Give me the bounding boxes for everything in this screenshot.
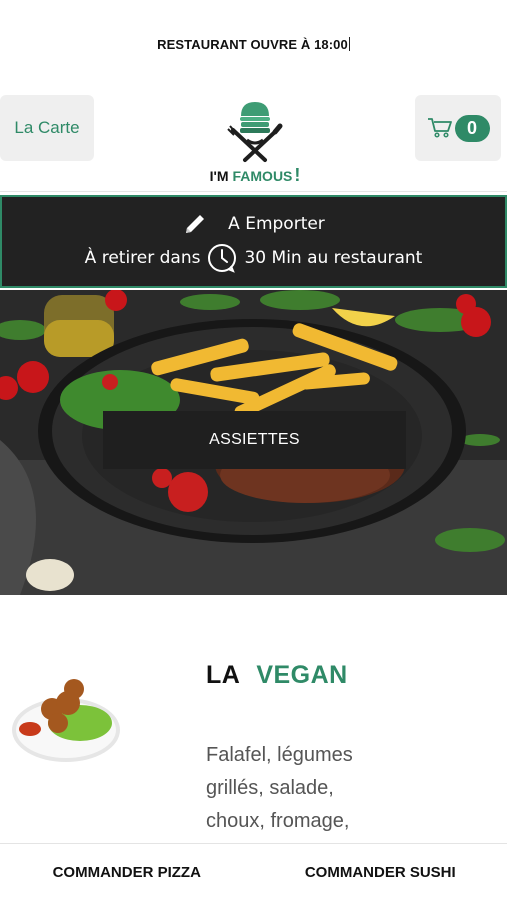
header: La Carte I'M FAMOUS! 0	[0, 88, 507, 192]
order-sushi-button[interactable]: COMMANDER SUSHI	[254, 864, 507, 881]
bottom-action-bar: COMMANDER PIZZA COMMANDER SUSHI	[0, 843, 507, 900]
product-title-name: VEGAN	[256, 661, 348, 689]
logo-text-famous: FAMOUS	[233, 168, 293, 184]
cart-button[interactable]: 0	[415, 95, 501, 161]
logo-text-im: I'M	[210, 168, 229, 184]
opening-banner: RESTAURANT OUVRE À 18:00	[0, 0, 507, 88]
product-card[interactable]: LA VEGAN Falafel, légumes grillés, salade…	[0, 595, 507, 843]
vegan-dish-image	[12, 679, 120, 762]
pickup-prefix: À retirer dans	[84, 248, 201, 268]
category-assiettes-button[interactable]: ASSIETTES	[103, 411, 406, 469]
logo-text-exclam: !	[294, 165, 300, 185]
product-title: LA VEGAN	[206, 661, 348, 690]
logo[interactable]: I'M FAMOUS!	[205, 96, 305, 188]
text-cursor	[348, 37, 350, 51]
order-mode-box[interactable]: A Emporter À retirer dans 30 Min au rest…	[0, 195, 507, 288]
opening-banner-text: RESTAURANT OUVRE À 18:00	[157, 36, 348, 52]
svg-text:I'MFAMOUS!: I'M FAMOUS!	[210, 165, 301, 185]
pencil-icon	[186, 215, 205, 233]
product-title-prefix: LA	[206, 661, 241, 689]
menu-button-label: La Carte	[14, 118, 80, 137]
category-hero[interactable]: ASSIETTES	[0, 290, 507, 595]
shopping-cart-icon	[427, 118, 452, 138]
cart-count-badge: 0	[454, 114, 490, 142]
category-label: ASSIETTES	[209, 431, 300, 448]
order-mode-label: A Emporter	[228, 214, 325, 234]
pickup-time: 30 Min au restaurant	[244, 248, 423, 268]
product-description: Falafel, légumes grillés, salade, choux,…	[206, 744, 353, 832]
clock-icon	[208, 244, 237, 273]
menu-button[interactable]: La Carte	[0, 95, 94, 161]
burger-logo-icon: I'M FAMOUS!	[210, 102, 301, 185]
order-pizza-button[interactable]: COMMANDER PIZZA	[0, 864, 254, 881]
